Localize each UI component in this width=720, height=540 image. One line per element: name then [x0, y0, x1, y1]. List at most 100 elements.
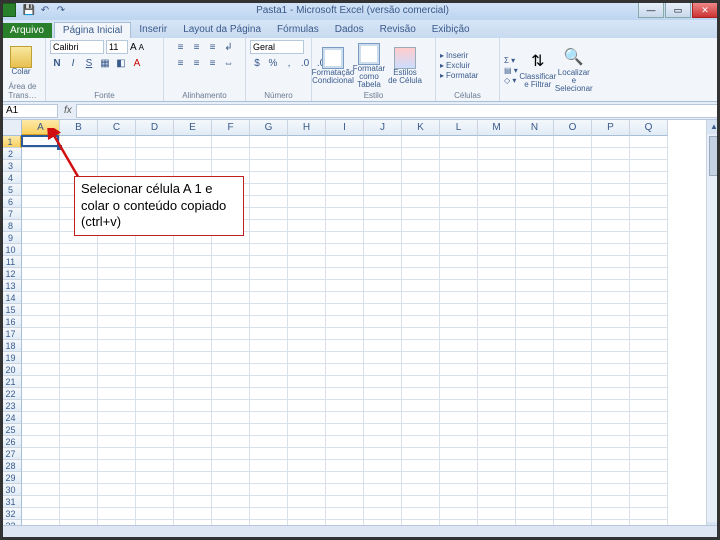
cell[interactable]: [174, 244, 212, 256]
format-cells-button[interactable]: ▸ Formatar: [440, 71, 478, 80]
cell[interactable]: [402, 280, 440, 292]
cell[interactable]: [402, 400, 440, 412]
cell[interactable]: [60, 388, 98, 400]
cell[interactable]: [174, 448, 212, 460]
tab-dados[interactable]: Dados: [327, 22, 372, 38]
cell[interactable]: [22, 220, 60, 232]
cell[interactable]: [440, 448, 478, 460]
cell[interactable]: [98, 136, 136, 148]
cell[interactable]: [478, 328, 516, 340]
row-header-21[interactable]: 21: [0, 376, 22, 388]
cell[interactable]: [364, 268, 402, 280]
cell[interactable]: [326, 208, 364, 220]
cell[interactable]: [326, 436, 364, 448]
cell[interactable]: [136, 412, 174, 424]
scroll-up-icon[interactable]: ▲: [707, 120, 720, 134]
cell[interactable]: [516, 160, 554, 172]
cell[interactable]: [364, 244, 402, 256]
cell[interactable]: [440, 292, 478, 304]
cell[interactable]: [288, 148, 326, 160]
row-header-1[interactable]: 1: [0, 136, 22, 148]
cell[interactable]: [478, 448, 516, 460]
cell[interactable]: [22, 184, 60, 196]
cell[interactable]: [326, 460, 364, 472]
cell[interactable]: [440, 160, 478, 172]
cell[interactable]: [630, 292, 668, 304]
cell[interactable]: [592, 496, 630, 508]
col-header-O[interactable]: O: [554, 120, 592, 136]
cell[interactable]: [212, 292, 250, 304]
cell[interactable]: [250, 376, 288, 388]
cell[interactable]: [554, 448, 592, 460]
row-header-11[interactable]: 11: [0, 256, 22, 268]
cell[interactable]: [402, 316, 440, 328]
cond-format-button[interactable]: Formatação Condicional: [316, 47, 350, 85]
cell[interactable]: [630, 424, 668, 436]
cell[interactable]: [554, 328, 592, 340]
cell[interactable]: [288, 136, 326, 148]
cell[interactable]: [630, 160, 668, 172]
cell[interactable]: [592, 376, 630, 388]
cell[interactable]: [364, 424, 402, 436]
cell[interactable]: [364, 496, 402, 508]
cell[interactable]: [326, 328, 364, 340]
cell[interactable]: [554, 172, 592, 184]
cell[interactable]: [630, 232, 668, 244]
cell[interactable]: [98, 160, 136, 172]
cell[interactable]: [364, 388, 402, 400]
cell[interactable]: [136, 304, 174, 316]
cell[interactable]: [630, 256, 668, 268]
cell[interactable]: [592, 280, 630, 292]
cell[interactable]: [478, 268, 516, 280]
close-button[interactable]: ✕: [692, 2, 718, 18]
cell[interactable]: [326, 388, 364, 400]
cell[interactable]: [60, 256, 98, 268]
cell[interactable]: [288, 388, 326, 400]
cell[interactable]: [98, 292, 136, 304]
cell[interactable]: [478, 316, 516, 328]
cell[interactable]: [174, 268, 212, 280]
cell[interactable]: [326, 412, 364, 424]
cell[interactable]: [288, 220, 326, 232]
tab-exibição[interactable]: Exibição: [424, 22, 478, 38]
cell[interactable]: [402, 376, 440, 388]
cell[interactable]: [478, 172, 516, 184]
cell[interactable]: [22, 364, 60, 376]
cell[interactable]: [250, 244, 288, 256]
col-header-J[interactable]: J: [364, 120, 402, 136]
row-header-24[interactable]: 24: [0, 412, 22, 424]
cell[interactable]: [250, 172, 288, 184]
undo-icon[interactable]: ↶: [38, 3, 52, 17]
cell[interactable]: [250, 436, 288, 448]
cell[interactable]: [60, 280, 98, 292]
cell[interactable]: [592, 472, 630, 484]
name-box[interactable]: A1: [2, 104, 58, 118]
cell[interactable]: [174, 460, 212, 472]
cell[interactable]: [22, 280, 60, 292]
cell[interactable]: [478, 424, 516, 436]
col-header-E[interactable]: E: [174, 120, 212, 136]
cell[interactable]: [554, 508, 592, 520]
cell[interactable]: [592, 352, 630, 364]
cell[interactable]: [288, 172, 326, 184]
cell[interactable]: [22, 424, 60, 436]
cell[interactable]: [592, 364, 630, 376]
cell[interactable]: [288, 484, 326, 496]
cell[interactable]: [98, 400, 136, 412]
cell[interactable]: [98, 280, 136, 292]
cell[interactable]: [440, 244, 478, 256]
cell[interactable]: [250, 220, 288, 232]
cell[interactable]: [60, 328, 98, 340]
paste-button[interactable]: Colar: [4, 46, 38, 76]
cell[interactable]: [212, 268, 250, 280]
cell[interactable]: [98, 448, 136, 460]
fx-icon[interactable]: fx: [64, 105, 72, 116]
cell[interactable]: [592, 160, 630, 172]
row-header-12[interactable]: 12: [0, 268, 22, 280]
cell[interactable]: [516, 148, 554, 160]
cell[interactable]: [402, 328, 440, 340]
cell[interactable]: [250, 148, 288, 160]
cell[interactable]: [630, 352, 668, 364]
cell[interactable]: [174, 508, 212, 520]
row-header-6[interactable]: 6: [0, 196, 22, 208]
